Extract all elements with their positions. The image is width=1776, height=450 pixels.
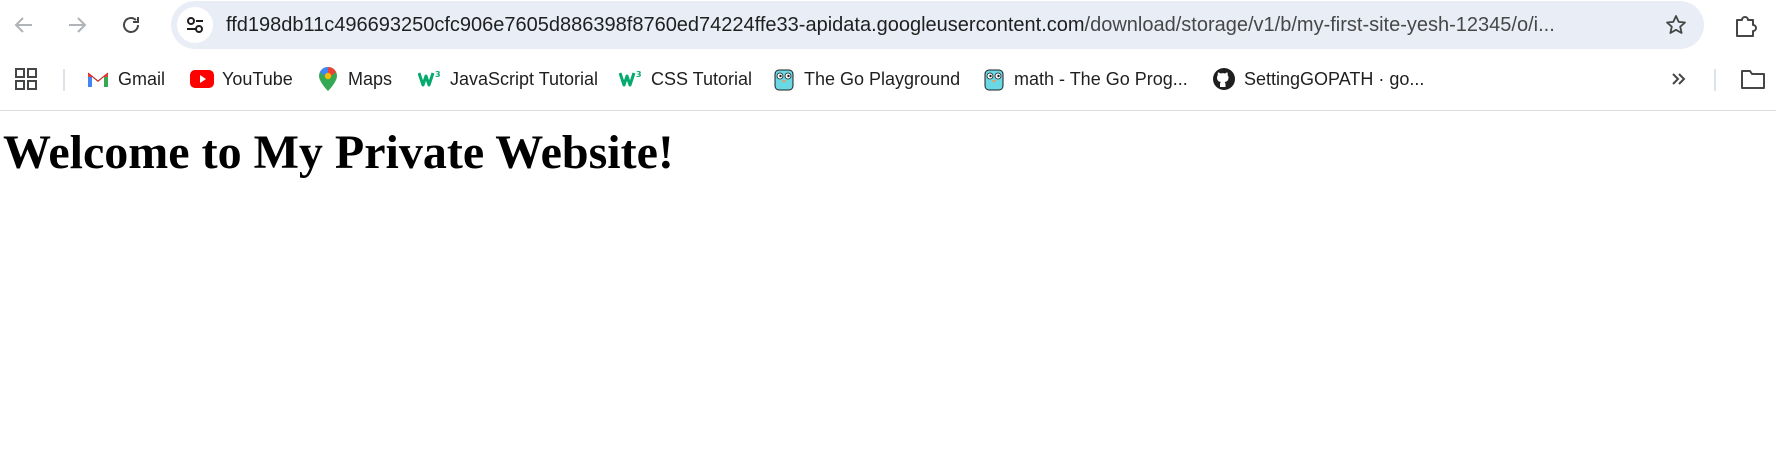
go-gopher-icon bbox=[772, 67, 796, 91]
bookmarks-bar: Gmail YouTube Maps 3 JavaScript Tutorial… bbox=[0, 59, 1776, 99]
reload-icon bbox=[123, 17, 139, 33]
bookmark-maps[interactable]: Maps bbox=[316, 65, 392, 93]
all-bookmarks-button[interactable] bbox=[1739, 66, 1767, 92]
star-icon bbox=[1666, 15, 1686, 34]
page-heading: Welcome to My Private Website! bbox=[3, 126, 674, 179]
youtube-icon bbox=[190, 67, 214, 91]
more-bookmarks-button[interactable] bbox=[1666, 66, 1692, 92]
gmail-icon bbox=[86, 67, 110, 91]
bookmark-label: YouTube bbox=[222, 68, 293, 89]
arrow-right-icon bbox=[69, 17, 87, 33]
puzzle-piece-icon bbox=[1736, 16, 1757, 37]
url-text[interactable]: ffd198db11c496693250cfc906e7605d886398f8… bbox=[226, 14, 1555, 36]
bookmark-gmail[interactable]: Gmail bbox=[86, 65, 165, 93]
bookmark-label: The Go Playground bbox=[804, 68, 961, 89]
bookmark-label: CSS Tutorial bbox=[651, 68, 753, 89]
bookmark-youtube[interactable]: YouTube bbox=[190, 65, 293, 93]
bookmark-star-button[interactable] bbox=[1664, 13, 1688, 37]
go-gopher-icon bbox=[982, 67, 1006, 91]
w3schools-icon: 3 bbox=[619, 67, 643, 91]
bookmarks-separator bbox=[1714, 69, 1716, 91]
reload-button[interactable] bbox=[113, 7, 149, 43]
double-chevron-right-icon bbox=[1672, 73, 1686, 85]
address-bar[interactable]: ffd198db11c496693250cfc906e7605d886398f8… bbox=[171, 1, 1704, 49]
forward-button[interactable] bbox=[59, 7, 95, 43]
bookmark-label: math - The Go Prog... bbox=[1014, 68, 1188, 89]
bookmark-label: Maps bbox=[348, 68, 393, 89]
svg-text:3: 3 bbox=[435, 70, 441, 79]
bookmark-label: JavaScript Tutorial bbox=[450, 68, 599, 89]
tune-icon bbox=[187, 17, 203, 33]
w3schools-icon: 3 bbox=[418, 67, 442, 91]
apps-button[interactable] bbox=[13, 66, 39, 92]
page-content: Welcome to My Private Website! bbox=[0, 111, 1776, 450]
bookmark-label: SettingGOPATH · go... bbox=[1244, 68, 1425, 89]
bookmark-label: Gmail bbox=[118, 68, 166, 89]
browser-toolbar: ffd198db11c496693250cfc906e7605d886398f8… bbox=[0, 0, 1776, 51]
svg-text:3: 3 bbox=[636, 70, 642, 79]
bookmark-go-playground[interactable]: The Go Playground bbox=[772, 65, 960, 93]
folder-icon bbox=[1741, 70, 1765, 89]
bookmarks-separator bbox=[63, 69, 65, 91]
bookmark-setting-gopath[interactable]: SettingGOPATH · go... bbox=[1212, 65, 1424, 93]
bookmark-javascript-tutorial[interactable]: 3 JavaScript Tutorial bbox=[418, 65, 598, 93]
bookmark-css-tutorial[interactable]: 3 CSS Tutorial bbox=[619, 65, 752, 93]
bookmark-go-math[interactable]: math - The Go Prog... bbox=[982, 65, 1188, 93]
back-button[interactable] bbox=[6, 7, 42, 43]
apps-grid-icon bbox=[15, 68, 37, 90]
github-icon bbox=[1212, 67, 1236, 91]
url-path: /download/storage/v1/b/my-first-site-yes… bbox=[1084, 14, 1555, 36]
extensions-button[interactable] bbox=[1728, 7, 1764, 43]
maps-pin-icon bbox=[316, 67, 340, 91]
url-host: ffd198db11c496693250cfc906e7605d886398f8… bbox=[226, 14, 1085, 36]
arrow-left-icon bbox=[14, 17, 32, 33]
site-info-button[interactable] bbox=[177, 7, 213, 43]
